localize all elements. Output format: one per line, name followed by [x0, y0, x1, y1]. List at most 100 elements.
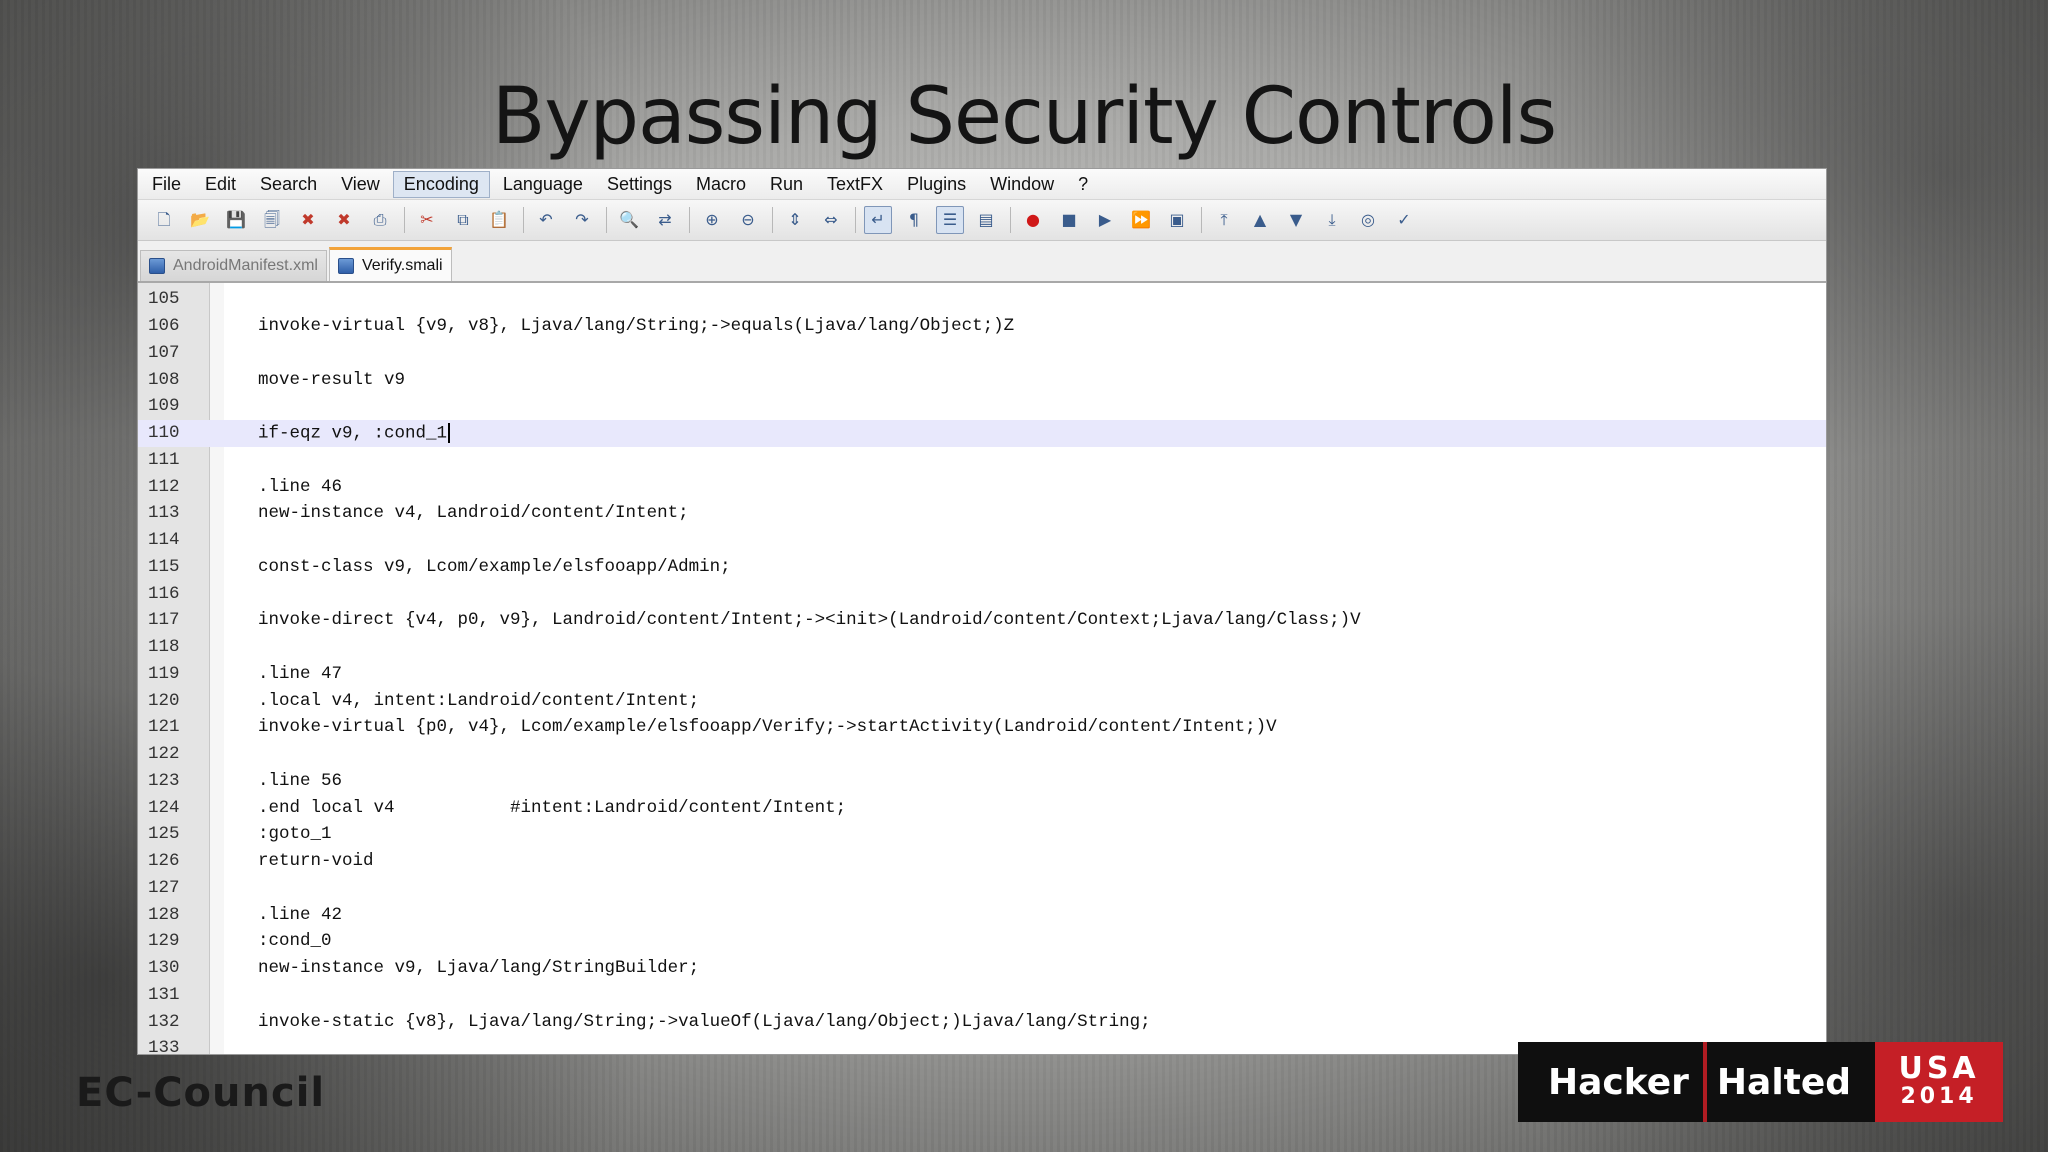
run-macro-multiple-icon[interactable]: ⏩	[1127, 206, 1155, 234]
document-map-icon[interactable]: ▤	[972, 206, 1000, 234]
code-line[interactable]: 105	[138, 286, 1826, 313]
new-file-icon[interactable]: 🗋	[150, 206, 178, 234]
line-number: 126	[148, 851, 180, 872]
code-line[interactable]: 132 invoke-static {v8}, Ljava/lang/String…	[138, 1008, 1826, 1035]
code-line[interactable]: 117 invoke-direct {v4, p0, v9}, Landroid/…	[138, 607, 1826, 634]
code-line[interactable]: 119 .line 47	[138, 661, 1826, 688]
zoom-in-icon[interactable]: ⊕	[698, 206, 726, 234]
line-number: 119	[148, 663, 180, 684]
print-icon[interactable]: ⎙	[366, 206, 394, 234]
line-number: 118	[148, 637, 180, 658]
paste-icon[interactable]: 📋	[485, 206, 513, 234]
code-line[interactable]: 124 .end local v4 #intent:Landroid/conten…	[138, 794, 1826, 821]
show-all-chars-icon[interactable]: ¶	[900, 206, 928, 234]
code-editor[interactable]: 105 106 invoke-virtual {v9, v8}, Ljava/lan…	[138, 283, 1826, 1054]
badge-divider	[1702, 1042, 1707, 1122]
badge-word-halted: Halted	[1716, 1061, 1852, 1103]
sync-vertical-icon[interactable]: ⇕	[781, 206, 809, 234]
menu-search[interactable]: Search	[249, 171, 328, 198]
code-line[interactable]: 120 .local v4, intent:Landroid/content/In…	[138, 687, 1826, 714]
menu-window[interactable]: Window	[979, 171, 1065, 198]
code-line[interactable]: 125:goto_1	[138, 821, 1826, 848]
code-line[interactable]: 115 const-class v9, Lcom/example/elsfooap…	[138, 554, 1826, 581]
code-text: invoke-virtual {p0, v4}, Lcom/example/el…	[258, 717, 1277, 738]
stop-macro-icon[interactable]: ■	[1055, 206, 1083, 234]
menu-help[interactable]: ?	[1067, 171, 1099, 198]
next-icon[interactable]: ▼	[1282, 206, 1310, 234]
code-line[interactable]: 114	[138, 527, 1826, 554]
code-line[interactable]: 131	[138, 982, 1826, 1009]
close-all-icon[interactable]: ✖	[330, 206, 358, 234]
code-line[interactable]: 123 .line 56	[138, 768, 1826, 795]
menu-plugins[interactable]: Plugins	[896, 171, 977, 198]
undo-icon[interactable]: ↶	[532, 206, 560, 234]
code-line[interactable]: 108 move-result v9	[138, 366, 1826, 393]
save-icon[interactable]: 💾	[222, 206, 250, 234]
menu-macro[interactable]: Macro	[685, 171, 757, 198]
line-number: 112	[148, 476, 180, 497]
menu-language[interactable]: Language	[492, 171, 594, 198]
line-number: 124	[148, 797, 180, 818]
hacker-halted-badge: Hacker Halted USA 2014	[1518, 1042, 2004, 1122]
save-all-icon[interactable]: 🗐	[258, 206, 286, 234]
code-line[interactable]: 109	[138, 393, 1826, 420]
line-number: 123	[148, 770, 180, 791]
save-macro-icon[interactable]: ▣	[1163, 206, 1191, 234]
menu-settings[interactable]: Settings	[596, 171, 683, 198]
copy-icon[interactable]: ⧉	[449, 206, 477, 234]
indent-guide-icon[interactable]: ☰	[936, 206, 964, 234]
code-line[interactable]: 112 .line 46	[138, 473, 1826, 500]
menu-file[interactable]: File	[141, 171, 192, 198]
tab-verify-smali[interactable]: Verify.smali	[328, 247, 452, 281]
jump-top-icon[interactable]: ⤒	[1210, 206, 1238, 234]
spellcheck-icon[interactable]: ✓	[1390, 206, 1418, 234]
jump-bottom-icon[interactable]: ⤓	[1318, 206, 1346, 234]
zoom-out-icon[interactable]: ⊖	[734, 206, 762, 234]
code-text: invoke-static {v8}, Ljava/lang/String;->…	[258, 1011, 1151, 1032]
code-text: :cond_0	[258, 931, 332, 952]
record-macro-icon[interactable]: ●	[1019, 206, 1047, 234]
menu-bar: File Edit Search View Encoding Language Settin…	[138, 169, 1826, 200]
play-macro-icon[interactable]: ▶	[1091, 206, 1119, 234]
tab-label: AndroidManifest.xml	[173, 257, 318, 274]
code-line[interactable]: 107	[138, 340, 1826, 367]
code-line[interactable]: 130 new-instance v9, Ljava/lang/StringBui…	[138, 955, 1826, 982]
code-text: .line 56	[258, 770, 343, 791]
line-number: 115	[148, 556, 180, 577]
code-line[interactable]: 111	[138, 447, 1826, 474]
code-line[interactable]: 113 new-instance v4, Landroid/content/Int…	[138, 500, 1826, 527]
tab-androidmanifest-xml[interactable]: AndroidManifest.xml	[140, 250, 327, 281]
code-line[interactable]: 122	[138, 741, 1826, 768]
open-file-icon[interactable]: 📂	[186, 206, 214, 234]
word-wrap-icon[interactable]: ↵	[864, 206, 892, 234]
code-line[interactable]: 121 invoke-virtual {p0, v4}, Lcom/example…	[138, 714, 1826, 741]
code-line[interactable]: 129:cond_0	[138, 928, 1826, 955]
code-text: const-class v9, Lcom/example/elsfooapp/A…	[258, 556, 731, 577]
replace-icon[interactable]: ⇄	[651, 206, 679, 234]
code-line[interactable]: 127	[138, 875, 1826, 902]
saved-file-icon	[337, 257, 354, 274]
cut-icon[interactable]: ✂	[413, 206, 441, 234]
toolbar-separator	[404, 207, 405, 233]
find-icon[interactable]: 🔍	[615, 206, 643, 234]
launch-icon[interactable]: ◎	[1354, 206, 1382, 234]
badge-word-hacker: Hacker	[1548, 1061, 1689, 1103]
code-line[interactable]: 110 if-eqz v9, :cond_1	[138, 419, 1826, 447]
code-line[interactable]: 106 invoke-virtual {v9, v8}, Ljava/lang/S…	[138, 313, 1826, 340]
menu-encoding[interactable]: Encoding	[392, 170, 490, 198]
menu-textfx[interactable]: TextFX	[816, 171, 894, 198]
code-line[interactable]: 118	[138, 634, 1826, 661]
menu-edit[interactable]: Edit	[194, 171, 247, 198]
previous-icon[interactable]: ▲	[1246, 206, 1274, 234]
code-text: new-instance v9, Ljava/lang/StringBuilde…	[258, 958, 700, 979]
code-line[interactable]: 126 return-void	[138, 848, 1826, 875]
line-number: 128	[148, 904, 180, 925]
close-icon[interactable]: ✖	[294, 206, 322, 234]
menu-run[interactable]: Run	[759, 171, 814, 198]
menu-view[interactable]: View	[330, 171, 391, 198]
toolbar-separator	[606, 207, 607, 233]
redo-icon[interactable]: ↷	[568, 206, 596, 234]
code-line[interactable]: 128 .line 42	[138, 901, 1826, 928]
sync-horizontal-icon[interactable]: ⇔	[817, 206, 845, 234]
code-line[interactable]: 116	[138, 580, 1826, 607]
